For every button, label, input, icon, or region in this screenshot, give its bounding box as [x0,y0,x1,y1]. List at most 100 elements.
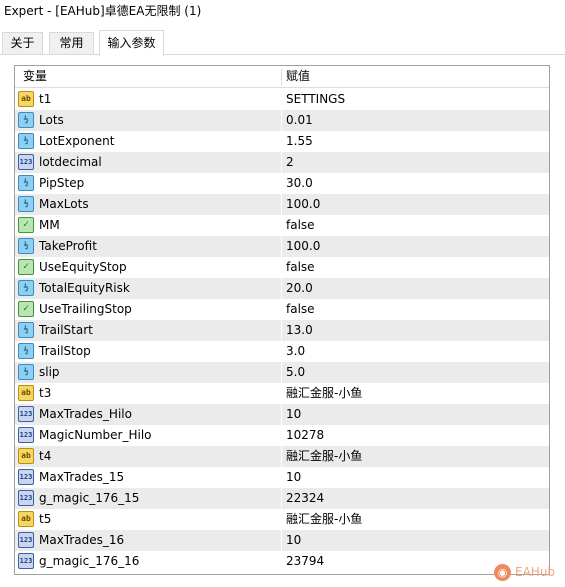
parameter-value[interactable]: 融汇金服-小鱼 [286,383,362,404]
parameter-value-cell[interactable]: false [282,215,549,236]
parameter-name-cell[interactable]: ½ TrailStart [15,320,281,341]
parameter-row[interactable]: 123 g_magic_176_16 23794 [15,551,549,572]
parameter-value-cell[interactable]: 0.01 [282,110,549,131]
parameter-name: TrailStop [39,344,91,358]
parameter-value[interactable]: 30.0 [286,173,313,194]
parameter-value[interactable]: 100.0 [286,236,320,257]
parameter-name-cell[interactable]: ½ Lots [15,110,281,131]
parameter-name-cell[interactable]: 123 MaxTrades_Hilo [15,404,281,425]
parameter-row[interactable]: ✓ UseTrailingStop false [15,299,549,320]
parameter-value[interactable]: 融汇金服-小鱼 [286,509,362,530]
parameter-row[interactable]: 123 MaxTrades_Hilo 10 [15,404,549,425]
parameter-value[interactable]: false [286,215,315,236]
parameter-value-cell[interactable]: 10 [282,467,549,488]
parameter-value[interactable]: 0.01 [286,110,313,131]
parameter-value[interactable]: SETTINGS [286,89,345,110]
parameter-value-cell[interactable]: 融汇金服-小鱼 [282,446,549,467]
parameter-value-cell[interactable]: 10 [282,404,549,425]
parameter-value[interactable]: 10278 [286,425,324,446]
parameter-row[interactable]: ab t1 SETTINGS [15,89,549,110]
parameter-row[interactable]: ½ slip 5.0 [15,362,549,383]
parameter-name-cell[interactable]: ½ TrailStop [15,341,281,362]
parameter-row[interactable]: 123 MagicNumber_Hilo 10278 [15,425,549,446]
parameter-value-cell[interactable]: 5.0 [282,362,549,383]
parameter-name-cell[interactable]: 123 MagicNumber_Hilo [15,425,281,446]
parameter-row[interactable]: ½ Lots 0.01 [15,110,549,131]
parameter-name-cell[interactable]: ✓ MM [15,215,281,236]
parameter-value[interactable]: 20.0 [286,278,313,299]
parameter-value[interactable]: 3.0 [286,341,305,362]
tab-input-parameters[interactable]: 输入参数 [99,30,164,56]
parameter-name-cell[interactable]: 123 MaxTrades_15 [15,467,281,488]
parameter-value-cell[interactable]: 100.0 [282,194,549,215]
parameter-row[interactable]: 123 lotdecimal 2 [15,152,549,173]
parameter-name-cell[interactable]: ✓ UseTrailingStop [15,299,281,320]
parameter-name-cell[interactable]: ab t4 [15,446,281,467]
header-value[interactable]: 赋值 [286,66,310,87]
parameter-row[interactable]: 123 MaxTrades_15 10 [15,467,549,488]
parameter-row[interactable]: ✓ MM false [15,215,549,236]
parameter-row[interactable]: ½ PipStep 30.0 [15,173,549,194]
parameter-value-cell[interactable]: 13.0 [282,320,549,341]
parameter-name-cell[interactable]: ½ slip [15,362,281,383]
parameter-row[interactable]: ab t3 融汇金服-小鱼 [15,383,549,404]
title-bar: Expert - [EAHub]卓德EA无限制 (1) [0,0,565,22]
parameter-row[interactable]: ½ TrailStart 13.0 [15,320,549,341]
parameter-value[interactable]: 22324 [286,488,324,509]
parameter-name-cell[interactable]: 123 g_magic_176_15 [15,488,281,509]
integer-icon: 123 [18,154,34,170]
parameter-value-cell[interactable]: 3.0 [282,341,549,362]
header-variable[interactable]: 变量 [23,66,47,87]
parameter-value-cell[interactable]: 30.0 [282,173,549,194]
parameter-value[interactable]: 23794 [286,551,324,572]
header-separator[interactable] [281,69,282,85]
parameter-value[interactable]: false [286,299,315,320]
parameter-row[interactable]: 123 g_magic_176_15 22324 [15,488,549,509]
parameter-value-cell[interactable]: 融汇金服-小鱼 [282,383,549,404]
parameter-row[interactable]: ½ TakeProfit 100.0 [15,236,549,257]
parameter-name-cell[interactable]: 123 g_magic_176_16 [15,551,281,572]
parameter-value-cell[interactable]: 100.0 [282,236,549,257]
parameter-name-cell[interactable]: ab t1 [15,89,281,110]
parameter-row[interactable]: ab t5 融汇金服-小鱼 [15,509,549,530]
parameter-name-cell[interactable]: 123 MaxTrades_16 [15,530,281,551]
parameter-value[interactable]: 1.55 [286,131,313,152]
parameter-value-cell[interactable]: 融汇金服-小鱼 [282,509,549,530]
parameter-row[interactable]: ab t4 融汇金服-小鱼 [15,446,549,467]
parameter-value-cell[interactable]: 10278 [282,425,549,446]
parameter-value[interactable]: 10 [286,530,301,551]
parameter-row[interactable]: ✓ UseEquityStop false [15,257,549,278]
tab-common[interactable]: 常用 [49,32,94,54]
parameter-value[interactable]: 融汇金服-小鱼 [286,446,362,467]
parameter-name-cell[interactable]: ½ MaxLots [15,194,281,215]
tab-about[interactable]: 关于 [2,32,43,54]
parameter-value[interactable]: 13.0 [286,320,313,341]
parameter-value-cell[interactable]: 1.55 [282,131,549,152]
parameter-value-cell[interactable]: 22324 [282,488,549,509]
parameter-name-cell[interactable]: ½ LotExponent [15,131,281,152]
parameter-value-cell[interactable]: false [282,257,549,278]
parameter-value[interactable]: 10 [286,467,301,488]
parameter-row[interactable]: ½ LotExponent 1.55 [15,131,549,152]
parameter-value[interactable]: 100.0 [286,194,320,215]
parameter-value-cell[interactable]: false [282,299,549,320]
parameter-value-cell[interactable]: 20.0 [282,278,549,299]
parameter-name-cell[interactable]: ✓ UseEquityStop [15,257,281,278]
parameter-value-cell[interactable]: 2 [282,152,549,173]
parameter-value[interactable]: 5.0 [286,362,305,383]
parameter-value[interactable]: 2 [286,152,294,173]
parameter-value-cell[interactable]: SETTINGS [282,89,549,110]
parameter-name-cell[interactable]: 123 lotdecimal [15,152,281,173]
parameter-name-cell[interactable]: ab t3 [15,383,281,404]
parameter-row[interactable]: 123 MaxTrades_16 10 [15,530,549,551]
parameter-name-cell[interactable]: ab t5 [15,509,281,530]
parameter-value[interactable]: false [286,257,315,278]
parameter-name-cell[interactable]: ½ TakeProfit [15,236,281,257]
parameter-row[interactable]: ½ TotalEquityRisk 20.0 [15,278,549,299]
parameter-value[interactable]: 10 [286,404,301,425]
parameter-value-cell[interactable]: 10 [282,530,549,551]
parameter-name-cell[interactable]: ½ TotalEquityRisk [15,278,281,299]
parameter-row[interactable]: ½ MaxLots 100.0 [15,194,549,215]
parameter-row[interactable]: ½ TrailStop 3.0 [15,341,549,362]
parameter-name-cell[interactable]: ½ PipStep [15,173,281,194]
